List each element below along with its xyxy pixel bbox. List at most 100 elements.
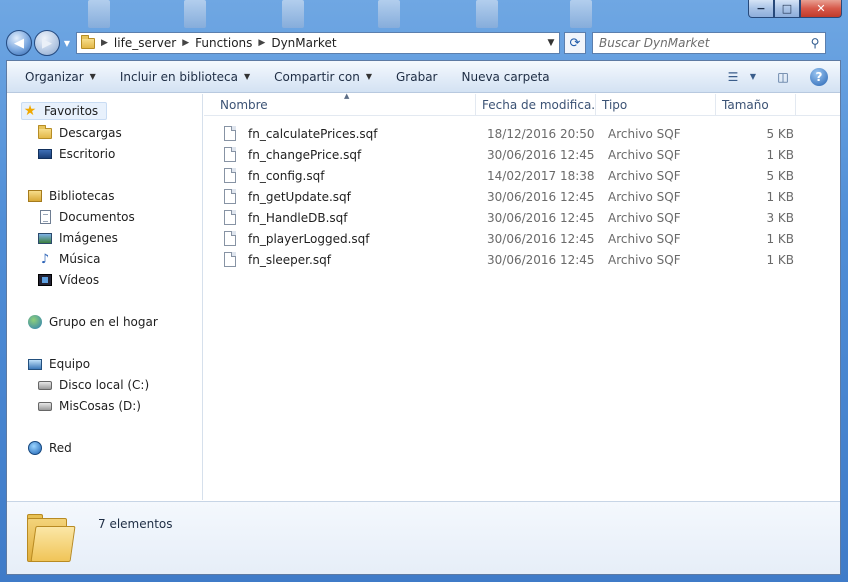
file-type: Archivo SQF: [608, 211, 681, 225]
explorer-window: − □ ✕ ◀ ▶ ▼ ▶ life_server ▶ Functions ▶ …: [0, 0, 848, 582]
toolbar-right-group: ☰ ▼ ◫ ?: [720, 64, 840, 90]
table-row[interactable]: fn_HandleDB.sqf 30/06/2016 12:45 Archivo S…: [224, 208, 794, 228]
sidebar-item-label: Disco local (C:): [59, 378, 150, 392]
column-header-date[interactable]: Fecha de modifica...: [476, 94, 596, 116]
file-icon: [224, 126, 236, 141]
sidebar-item-label: Bibliotecas: [49, 189, 115, 203]
navigation-pane: ★ Favoritos Descargas Escritorio Bibliot…: [7, 94, 203, 500]
minimize-button[interactable]: −: [748, 0, 774, 18]
file-name: fn_calculatePrices.sqf: [248, 127, 378, 141]
include-library-button[interactable]: Incluir en biblioteca ▼: [108, 61, 262, 93]
close-button[interactable]: ✕: [800, 0, 842, 18]
back-button[interactable]: ◀: [6, 30, 32, 56]
search-input[interactable]: Buscar DynMarket ⚲: [592, 32, 826, 54]
file-icon: [224, 147, 236, 162]
file-icon: [224, 168, 236, 183]
breadcrumb-life-server[interactable]: life_server: [114, 36, 176, 50]
burn-label: Grabar: [395, 69, 438, 84]
sidebar-item-music[interactable]: ♪ Música: [37, 250, 101, 268]
breadcrumb-separator-icon[interactable]: ▶: [182, 38, 189, 48]
file-name: fn_getUpdate.sqf: [248, 190, 351, 204]
sidebar-item-videos[interactable]: Vídeos: [37, 271, 99, 289]
caption-buttons: − □ ✕: [748, 0, 842, 18]
file-size: 1 KB: [766, 190, 794, 204]
computer-icon: [27, 356, 43, 372]
preview-pane-button[interactable]: ◫: [770, 64, 796, 90]
sidebar-item-disk-c[interactable]: Disco local (C:): [37, 376, 149, 394]
sidebar-item-libraries[interactable]: Bibliotecas: [27, 187, 114, 205]
table-row[interactable]: fn_playerLogged.sqf 30/06/2016 12:45 Archi…: [224, 229, 794, 249]
column-header-size[interactable]: Tamaño: [716, 94, 796, 116]
desktop-icon-hint: [184, 0, 206, 28]
organize-label: Organizar: [25, 69, 84, 84]
sidebar-item-favorites[interactable]: ★ Favoritos: [21, 102, 108, 120]
view-options-chevron-icon[interactable]: ▼: [746, 64, 760, 90]
sidebar-item-desktop[interactable]: Escritorio: [37, 145, 115, 163]
table-row[interactable]: fn_changePrice.sqf 30/06/2016 12:45 Archiv…: [224, 145, 794, 165]
chevron-down-icon: ▼: [89, 72, 96, 81]
column-header-row: ▲ Nombre Fecha de modifica... Tipo Tamañ…: [204, 92, 840, 116]
column-header-name[interactable]: Nombre: [214, 94, 476, 116]
file-icon: [224, 231, 236, 246]
help-button[interactable]: ?: [806, 64, 832, 90]
desktop-icon-hint: [282, 0, 304, 28]
share-label: Compartir con: [274, 69, 360, 84]
burn-button[interactable]: Grabar: [384, 61, 450, 93]
table-row[interactable]: fn_getUpdate.sqf 30/06/2016 12:45 Archivo …: [224, 187, 794, 207]
sidebar-item-disk-d[interactable]: MisCosas (D:): [37, 397, 141, 415]
file-date: 30/06/2016 12:45: [487, 148, 595, 162]
breadcrumb-separator-icon[interactable]: ▶: [258, 38, 265, 48]
column-header-label: Nombre: [220, 98, 268, 112]
include-library-label: Incluir en biblioteca: [119, 69, 239, 84]
sidebar-item-network[interactable]: Red: [27, 439, 72, 457]
file-type: Archivo SQF: [608, 232, 681, 246]
sidebar-item-documents[interactable]: Documentos: [37, 208, 135, 226]
table-row[interactable]: fn_config.sqf 14/02/2017 18:38 Archivo SQF…: [224, 166, 794, 186]
table-row[interactable]: fn_sleeper.sqf 30/06/2016 12:45 Archivo SQ…: [224, 250, 794, 270]
breadcrumb-dynmarket[interactable]: DynMarket: [271, 36, 336, 50]
change-view-button[interactable]: ☰: [720, 64, 746, 90]
sidebar-item-label: Documentos: [59, 210, 135, 224]
sidebar-item-computer[interactable]: Equipo: [27, 355, 90, 373]
file-icon: [224, 210, 236, 225]
help-icon: ?: [810, 67, 828, 86]
column-header-type[interactable]: Tipo: [596, 94, 716, 116]
column-header-label: Tipo: [602, 98, 628, 112]
recent-pages-chevron-icon[interactable]: ▼: [61, 39, 73, 48]
table-row[interactable]: fn_calculatePrices.sqf 18/12/2016 20:50 Ar…: [224, 124, 794, 144]
breadcrumb-separator-icon[interactable]: ▶: [101, 38, 108, 48]
maximize-button[interactable]: □: [774, 0, 800, 18]
sidebar-item-downloads[interactable]: Descargas: [37, 124, 122, 142]
navigation-bar: ◀ ▶ ▼ ▶ life_server ▶ Functions ▶ DynMar…: [6, 28, 842, 58]
sidebar-item-images[interactable]: Imágenes: [37, 229, 118, 247]
refresh-button[interactable]: ⟳: [564, 32, 586, 54]
chevron-down-icon: ▼: [365, 72, 372, 81]
breadcrumb-functions[interactable]: Functions: [195, 36, 252, 50]
client-area: Organizar ▼ Incluir en biblioteca ▼ Comp…: [6, 60, 841, 575]
file-size: 5 KB: [766, 127, 794, 141]
address-bar[interactable]: ▶ life_server ▶ Functions ▶ DynMarket ▼: [76, 32, 560, 54]
desktop-icon-hint: [378, 0, 400, 28]
file-type: Archivo SQF: [608, 148, 681, 162]
share-button[interactable]: Compartir con ▼: [262, 61, 384, 93]
file-size: 1 KB: [766, 148, 794, 162]
file-size: 1 KB: [766, 253, 794, 267]
search-icon[interactable]: ⚲: [805, 36, 825, 50]
homegroup-icon: [27, 314, 43, 330]
file-name: fn_playerLogged.sqf: [248, 232, 370, 246]
item-count: 7 elementos: [98, 517, 173, 531]
sidebar-item-homegroup[interactable]: Grupo en el hogar: [27, 313, 158, 331]
column-header-label: Fecha de modifica...: [482, 98, 596, 112]
forward-button[interactable]: ▶: [34, 30, 60, 56]
file-date: 30/06/2016 12:45: [487, 232, 595, 246]
address-dropdown-icon[interactable]: ▼: [543, 38, 559, 48]
new-folder-button[interactable]: Nueva carpeta: [449, 61, 561, 93]
desktop-icon: [37, 146, 53, 162]
details-pane: 7 elementos: [7, 501, 840, 574]
new-folder-label: Nueva carpeta: [461, 69, 550, 84]
sidebar-item-label: MisCosas (D:): [59, 399, 141, 413]
file-type: Archivo SQF: [608, 127, 681, 141]
sidebar-item-label: Grupo en el hogar: [49, 315, 158, 329]
sidebar-item-label: Imágenes: [59, 231, 118, 245]
organize-button[interactable]: Organizar ▼: [7, 61, 108, 93]
